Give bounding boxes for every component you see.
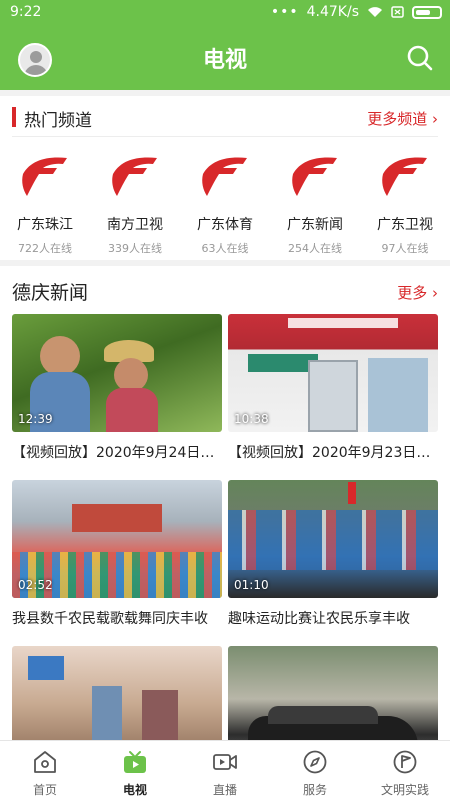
tab-civilization-label: 文明实践	[380, 783, 429, 797]
local-news-title: 德庆新闻	[12, 282, 89, 304]
tab-civilization[interactable]: 文明实践	[360, 741, 450, 800]
tab-tv[interactable]: 电视	[90, 741, 180, 800]
video-thumbnail	[228, 646, 438, 740]
channel-name: 广东珠江	[17, 217, 73, 233]
channel-logo-icon	[382, 157, 427, 196]
video-title: 趣味运动比赛让农民乐享丰收	[228, 611, 410, 627]
channel-name: 广东新闻	[287, 217, 343, 233]
channel-item[interactable]: 广东新闻 254人在线	[270, 152, 360, 256]
more-channels-label: 更多频道	[367, 110, 428, 128]
live-camera-icon	[213, 754, 237, 770]
video-card[interactable]: 10:38 【视频回放】2020年9月23日德庆新闻	[228, 314, 438, 462]
channel-logo-icon	[112, 157, 157, 196]
app-header: 电视	[0, 26, 450, 90]
more-dots-icon: •••	[270, 4, 299, 20]
channel-online-count: 97人在线	[381, 242, 429, 255]
local-news-section: 德庆新闻 更多 › 12:39 【视频回放】2020年9月24日德庆新闻 10:…	[0, 266, 450, 740]
net-speed: 4.47K/s	[306, 4, 359, 20]
channel-logo-icon	[292, 157, 337, 196]
tab-home-label: 首页	[32, 783, 57, 797]
channel-name: 南方卫视	[107, 217, 163, 233]
status-time: 9:22	[10, 4, 42, 20]
tab-live[interactable]: 直播	[180, 741, 270, 800]
video-thumbnail: 10:38	[228, 314, 438, 432]
video-title: 我县数千农民载歌载舞同庆丰收	[12, 611, 208, 627]
channel-item[interactable]: 南方卫视 339人在线	[90, 152, 180, 256]
tab-home[interactable]: 首页	[0, 741, 90, 800]
channel-item[interactable]: 广东体育 63人在线	[180, 152, 270, 256]
video-card[interactable]: 01:10 趣味运动比赛让农民乐享丰收	[228, 480, 438, 628]
channel-online-count: 339人在线	[108, 242, 162, 255]
video-card[interactable]: 02:52 我县数千农民载歌载舞同庆丰收	[12, 480, 222, 628]
video-thumbnail: 02:52	[12, 480, 222, 598]
more-channels-link[interactable]: 更多频道 ›	[367, 108, 438, 129]
section-marker	[12, 107, 16, 127]
bottom-tab-bar: 首页 电视 直播 服务 文明实践	[0, 740, 450, 800]
video-thumbnail	[12, 646, 222, 740]
tab-tv-label: 电视	[122, 783, 147, 797]
hot-channels-title: 热门频道	[24, 111, 92, 131]
more-news-link[interactable]: 更多 ›	[397, 282, 438, 303]
channel-logo-icon	[202, 157, 247, 196]
channel-online-count: 722人在线	[18, 242, 72, 255]
flag-badge-icon	[393, 750, 417, 774]
tv-icon	[124, 751, 146, 773]
video-duration: 01:10	[234, 578, 269, 592]
sim-icon	[391, 6, 404, 18]
home-icon	[34, 751, 56, 773]
channel-logo-icon	[22, 157, 67, 196]
video-card[interactable]	[228, 646, 438, 740]
video-thumbnail: 01:10	[228, 480, 438, 598]
hot-channels-section: 热门频道 更多频道 › 广东珠江 722人在线 南方卫视 339人在线 广东体育…	[0, 96, 450, 260]
page-title: 电视	[202, 48, 247, 73]
tab-service[interactable]: 服务	[270, 741, 360, 800]
status-bar: 9:22 ••• 4.47K/s	[0, 0, 450, 26]
video-title: 【视频回放】2020年9月23日德庆新闻	[228, 445, 438, 461]
channel-name: 广东体育	[197, 217, 253, 233]
wifi-icon	[368, 7, 382, 17]
channel-item[interactable]: 广东珠江 722人在线	[0, 152, 90, 256]
more-news-label: 更多	[397, 284, 428, 302]
video-card[interactable]: 12:39 【视频回放】2020年9月24日德庆新闻	[12, 314, 222, 462]
video-duration: 10:38	[234, 412, 269, 426]
channel-item[interactable]: 广东卫视 97人在线	[360, 152, 450, 256]
video-thumbnail: 12:39	[12, 314, 222, 432]
battery-icon	[412, 5, 442, 19]
video-title: 【视频回放】2020年9月24日德庆新闻	[12, 445, 222, 461]
video-duration: 12:39	[18, 412, 53, 426]
video-duration: 02:52	[18, 578, 53, 592]
tab-live-label: 直播	[212, 783, 237, 797]
video-card[interactable]	[12, 646, 222, 740]
search-icon[interactable]	[406, 44, 434, 72]
tab-service-label: 服务	[302, 783, 327, 797]
channel-online-count: 254人在线	[288, 242, 342, 255]
channel-name: 广东卫视	[377, 217, 433, 233]
compass-icon	[303, 750, 327, 774]
divider	[12, 136, 438, 137]
channel-online-count: 63人在线	[201, 242, 249, 255]
